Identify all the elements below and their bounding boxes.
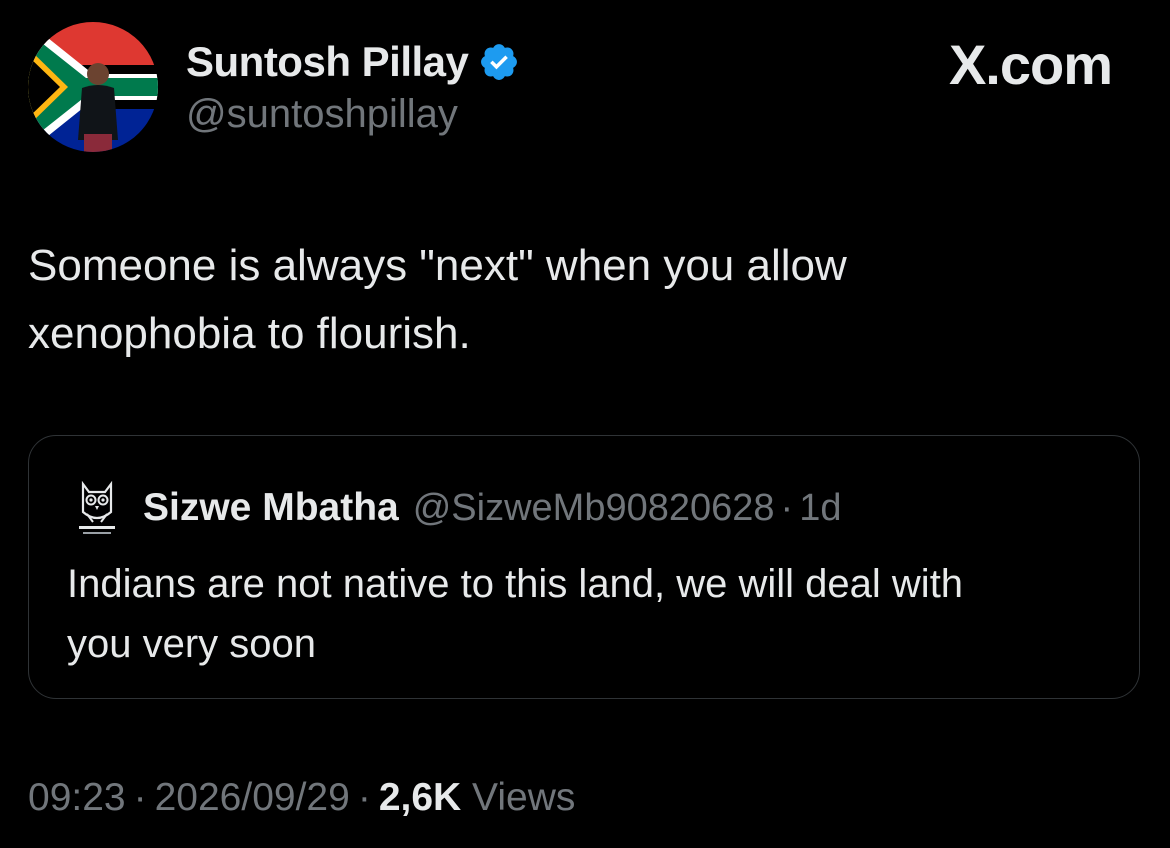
quote-tweet-card[interactable]: Sizwe Mbatha @SizweMb90820628 · 1d India… <box>28 435 1140 699</box>
owl-icon[interactable] <box>73 478 121 538</box>
tweet-text-line: Someone is always "next" when you allow <box>28 241 847 290</box>
quote-handle[interactable]: @SizweMb90820628 <box>413 487 775 530</box>
views-label: Views <box>472 776 576 819</box>
quote-timestamp[interactable]: 1d <box>799 487 841 530</box>
brand-watermark: X.com <box>948 33 1113 96</box>
author-handle[interactable]: @suntoshpillay <box>186 92 458 137</box>
tweet-meta: 09:23 · 2026/09/29 · 2,6K Views <box>28 776 575 820</box>
quote-display-name[interactable]: Sizwe Mbatha <box>143 486 399 530</box>
quote-text-line: you very soon <box>67 622 317 666</box>
tweet-text: Someone is always "next" when you allow … <box>28 232 1128 368</box>
separator-dot: · <box>357 776 371 819</box>
quote-text: Indians are not native to this land, we … <box>67 554 1127 674</box>
tweet-time[interactable]: 09:23 <box>28 776 126 819</box>
quote-header: Sizwe Mbatha @SizweMb90820628 · 1d <box>73 478 841 538</box>
tweet-text-line: xenophobia to flourish. <box>28 309 471 358</box>
verified-badge-icon <box>478 41 520 83</box>
separator-dot: · <box>780 486 794 529</box>
separator-dot: · <box>133 776 147 819</box>
quote-text-line: Indians are not native to this land, we … <box>67 562 964 606</box>
views-count[interactable]: 2,6K <box>379 776 461 819</box>
tweet-date[interactable]: 2026/09/29 <box>155 776 350 819</box>
author-avatar[interactable] <box>28 22 158 152</box>
author-name-row: Suntosh Pillay <box>186 38 520 86</box>
author-display-name[interactable]: Suntosh Pillay <box>186 38 469 86</box>
